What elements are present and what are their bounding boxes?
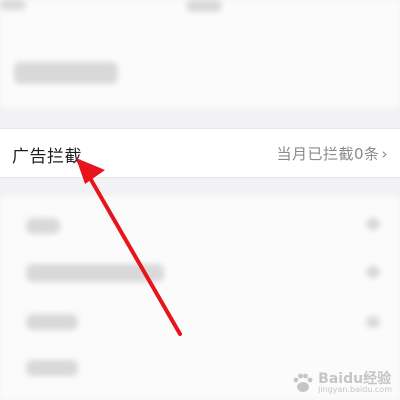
ad-block-row[interactable]: 广告拦截 当月已拦截0条 › — [0, 128, 400, 178]
blurred-top-icon — [186, 0, 222, 12]
blurred-top-section — [0, 0, 400, 108]
blurred-row-text — [26, 264, 164, 282]
watermark-url: jingyan.baidu.com — [318, 385, 392, 394]
blurred-row-chevron — [366, 218, 380, 230]
blurred-row-text — [14, 62, 118, 84]
blurred-row-text — [26, 360, 78, 376]
blurred-row-chevron — [366, 266, 380, 278]
chevron-right-icon: › — [381, 145, 388, 163]
blurred-row-text — [26, 314, 78, 330]
blurred-row-text — [26, 218, 60, 234]
baidu-jingyan-watermark: Baidu经验 jingyan.baidu.com — [292, 372, 392, 394]
ad-block-title: 广告拦截 — [12, 147, 82, 167]
ad-block-status[interactable]: 当月已拦截0条 › — [276, 143, 388, 164]
blurred-top-icon — [0, 0, 26, 10]
ad-block-count-text: 当月已拦截0条 — [276, 145, 380, 163]
blurred-row-chevron — [366, 316, 380, 328]
blurred-settings-list — [0, 196, 400, 400]
watermark-brand: Baidu经验 — [318, 371, 392, 387]
paw-icon — [293, 373, 313, 392]
